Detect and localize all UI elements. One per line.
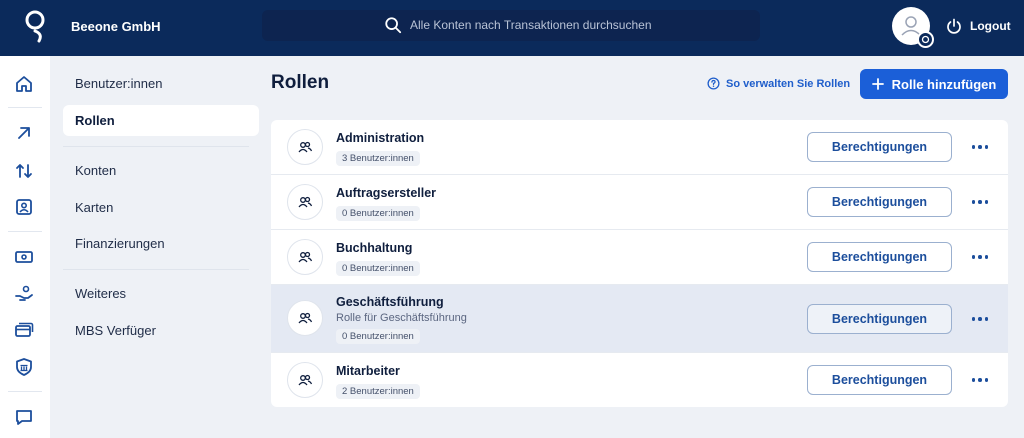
role-list: Administration 3 Benutzer:innen Berechti… (271, 120, 1008, 407)
add-role-button[interactable]: Rolle hinzufügen (860, 69, 1008, 99)
role-icon (287, 362, 323, 398)
role-icon (287, 239, 323, 275)
permissions-button[interactable]: Berechtigungen (807, 304, 952, 334)
page-title: Rollen (271, 72, 330, 93)
users-icon (298, 251, 313, 263)
users-icon (298, 312, 313, 324)
chat-icon[interactable] (14, 407, 34, 427)
more-options-icon[interactable] (969, 250, 991, 264)
role-icon (287, 129, 323, 165)
icon-rail (0, 56, 50, 438)
subnav-divider (63, 269, 249, 270)
power-icon (947, 18, 961, 34)
role-row[interactable]: Auftragsersteller 0 Benutzer:innen Berec… (271, 175, 1008, 230)
rail-divider (8, 107, 42, 108)
beeone-logo-icon[interactable] (22, 9, 48, 43)
help-link-label: So verwalten Sie Rollen (726, 77, 851, 90)
role-name: Administration (336, 131, 425, 145)
transfer-arrows-icon[interactable] (14, 161, 34, 181)
logout-button[interactable]: Logout (946, 16, 1011, 36)
users-icon (298, 196, 313, 208)
bank-shield-icon[interactable] (14, 357, 34, 377)
role-row[interactable]: Administration 3 Benutzer:innen Berechti… (271, 120, 1008, 175)
search-icon (385, 17, 402, 34)
more-options-icon[interactable] (969, 140, 991, 154)
role-row[interactable]: Buchhaltung 0 Benutzer:innen Berechtigun… (271, 230, 1008, 285)
banknote-icon[interactable] (14, 247, 34, 267)
subnav-divider (63, 146, 249, 147)
user-count-badge: 3 Benutzer:innen (336, 151, 420, 166)
top-bar: Beeone GmbH Alle Konten nach Transaktion… (0, 0, 1024, 56)
help-circle-icon (707, 77, 720, 90)
subnav-item-accounts[interactable]: Konten (63, 155, 259, 186)
help-link[interactable]: So verwalten Sie Rollen (707, 77, 850, 90)
role-icon (287, 184, 323, 220)
hand-coin-icon[interactable] (14, 284, 34, 304)
rail-divider (8, 391, 42, 392)
logout-label: Logout (970, 19, 1011, 33)
subnav-item-financing[interactable]: Finanzierungen (63, 228, 259, 259)
arrow-up-right-icon[interactable] (14, 123, 34, 143)
role-name: Auftragsersteller (336, 186, 437, 200)
role-name: Buchhaltung (336, 241, 413, 255)
more-options-icon[interactable] (969, 373, 991, 387)
subnav-item-roles[interactable]: Rollen (63, 105, 259, 136)
cards-icon[interactable] (14, 320, 34, 340)
contact-card-icon[interactable] (14, 197, 34, 217)
role-name: Geschäftsführung (336, 295, 444, 309)
subnav-item-users[interactable]: Benutzer:innen (63, 68, 259, 99)
permissions-button[interactable]: Berechtigungen (807, 242, 952, 272)
add-role-label: Rolle hinzufügen (891, 76, 997, 92)
more-options-icon[interactable] (969, 195, 991, 209)
users-icon (298, 141, 313, 153)
role-row[interactable]: Mitarbeiter 2 Benutzer:innen Berechtigun… (271, 353, 1008, 407)
avatar-settings-badge-icon (917, 31, 934, 48)
subnav-item-cards[interactable]: Karten (63, 192, 259, 223)
more-options-icon[interactable] (969, 312, 991, 326)
plus-icon (871, 78, 884, 90)
home-icon[interactable] (14, 74, 34, 94)
subnav-item-more[interactable]: Weiteres (63, 278, 259, 309)
search-placeholder: Alle Konten nach Transaktionen durchsuch… (410, 18, 652, 32)
user-count-badge: 0 Benutzer:innen (336, 261, 420, 276)
company-name: Beeone GmbH (71, 19, 161, 34)
role-icon (287, 300, 323, 336)
role-row[interactable]: Geschäftsführung Rolle für Geschäftsführ… (271, 285, 1008, 353)
role-description: Rolle für Geschäftsführung (336, 312, 467, 324)
search-input[interactable]: Alle Konten nach Transaktionen durchsuch… (262, 10, 760, 41)
permissions-button[interactable]: Berechtigungen (807, 132, 952, 162)
user-count-badge: 0 Benutzer:innen (336, 329, 420, 344)
permissions-button[interactable]: Berechtigungen (807, 365, 952, 395)
permissions-button[interactable]: Berechtigungen (807, 187, 952, 217)
users-icon (298, 374, 313, 386)
user-count-badge: 2 Benutzer:innen (336, 384, 420, 399)
role-name: Mitarbeiter (336, 364, 400, 378)
rail-divider (8, 231, 42, 232)
user-count-badge: 0 Benutzer:innen (336, 206, 420, 221)
subnav-item-mbs[interactable]: MBS Verfüger (63, 315, 259, 346)
